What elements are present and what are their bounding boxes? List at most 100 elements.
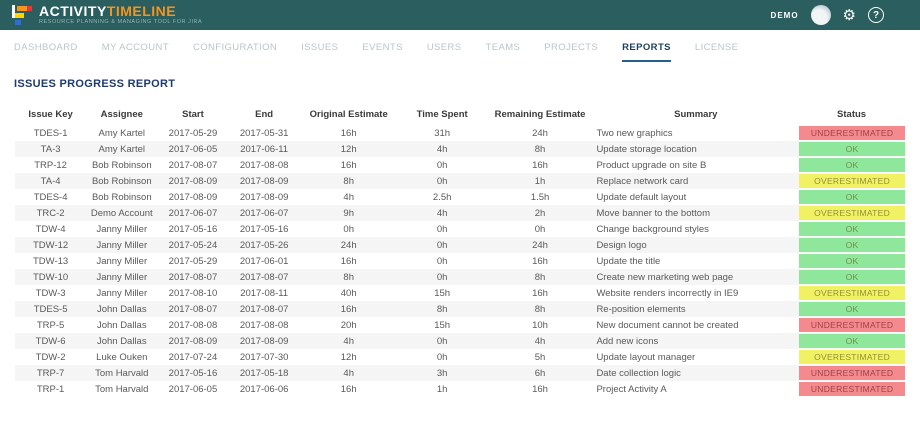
cell-end: 2017-08-08: [229, 157, 300, 173]
cell-original-estimate: 16h: [300, 125, 398, 141]
table-body: TDES-1Amy Kartel2017-05-292017-05-3116h3…: [15, 125, 905, 397]
cell-summary: Website renders incorrectly in IE9: [593, 285, 798, 301]
column-header-end: End: [229, 106, 300, 125]
cell-time-spent: 0h: [398, 349, 487, 365]
cell-status: OVERESTIMATED: [798, 285, 905, 301]
cell-status: OK: [798, 301, 905, 317]
cell-original-estimate: 16h: [300, 381, 398, 397]
cell-issue-key: TA-3: [15, 141, 86, 157]
cell-summary: Product upgrade on site B: [593, 157, 798, 173]
cell-start: 2017-08-09: [157, 189, 228, 205]
cell-status: UNDERESTIMATED: [798, 317, 905, 333]
cell-summary: Update the title: [593, 253, 798, 269]
cell-assignee: Bob Robinson: [86, 189, 157, 205]
status-badge: OK: [799, 238, 905, 252]
cell-summary: Update default layout: [593, 189, 798, 205]
cell-start: 2017-05-16: [157, 221, 228, 237]
cell-assignee: Janny Miller: [86, 237, 157, 253]
column-header-remaining-estimate: Remaining Estimate: [487, 106, 594, 125]
cell-issue-key: TDW-10: [15, 269, 86, 285]
cell-end: 2017-06-01: [229, 253, 300, 269]
cell-issue-key: TRC-2: [15, 205, 86, 221]
cell-status: OK: [798, 269, 905, 285]
cell-original-estimate: 20h: [300, 317, 398, 333]
nav-item-my-account[interactable]: MY ACCOUNT: [102, 42, 169, 62]
cell-time-spent: 4h: [398, 141, 487, 157]
cell-start: 2017-05-29: [157, 125, 228, 141]
status-badge: OK: [799, 302, 905, 316]
cell-original-estimate: 16h: [300, 157, 398, 173]
cell-issue-key: TRP-7: [15, 365, 86, 381]
table-header-row: Issue KeyAssigneeStartEndOriginal Estima…: [15, 106, 905, 125]
nav-item-teams[interactable]: TEAMS: [486, 42, 521, 62]
nav-item-dashboard[interactable]: DASHBOARD: [14, 42, 78, 62]
cell-end: 2017-05-31: [229, 125, 300, 141]
status-badge: OVERESTIMATED: [799, 350, 905, 364]
table-row: TRP-12Bob Robinson2017-08-072017-08-0816…: [15, 157, 905, 173]
cell-assignee: John Dallas: [86, 317, 157, 333]
cell-time-spent: 2.5h: [398, 189, 487, 205]
cell-issue-key: TDW-13: [15, 253, 86, 269]
nav-item-events[interactable]: EVENTS: [362, 42, 402, 62]
cell-time-spent: 8h: [398, 301, 487, 317]
main-nav: DASHBOARD MY ACCOUNT CONFIGURATION ISSUES EV…: [0, 30, 920, 62]
cell-status: UNDERESTIMATED: [798, 125, 905, 141]
nav-item-projects[interactable]: PROJECTS: [544, 42, 598, 62]
cell-remaining-estimate: 4h: [487, 333, 594, 349]
cell-status: OVERESTIMATED: [798, 349, 905, 365]
column-header-original-estimate: Original Estimate: [300, 106, 398, 125]
nav-item-license[interactable]: LICENSE: [695, 42, 738, 62]
brand-tagline: RESOURCE PLANNING & MANAGING TOOL FOR JI…: [39, 20, 202, 26]
brand-name: ACTIVITYTIMELINE: [39, 4, 202, 18]
cell-remaining-estimate: 16h: [487, 285, 594, 301]
cell-end: 2017-06-11: [229, 141, 300, 157]
brand-name-secondary: TIMELINE: [107, 3, 176, 19]
cell-original-estimate: 40h: [300, 285, 398, 301]
nav-item-configuration[interactable]: CONFIGURATION: [193, 42, 277, 62]
top-bar: ACTIVITYTIMELINE RESOURCE PLANNING & MAN…: [0, 0, 920, 30]
column-header-issue-key: Issue Key: [15, 106, 86, 125]
column-header-assignee: Assignee: [86, 106, 157, 125]
cell-end: 2017-08-09: [229, 189, 300, 205]
cell-issue-key: TDW-6: [15, 333, 86, 349]
cell-start: 2017-07-24: [157, 349, 228, 365]
nav-item-reports[interactable]: REPORTS: [622, 42, 671, 62]
nav-item-issues[interactable]: ISSUES: [301, 42, 338, 62]
cell-assignee: John Dallas: [86, 333, 157, 349]
cell-issue-key: TDES-1: [15, 125, 86, 141]
cell-original-estimate: 0h: [300, 221, 398, 237]
cell-time-spent: 15h: [398, 317, 487, 333]
cell-status: OK: [798, 141, 905, 157]
user-label[interactable]: DEMO: [771, 11, 799, 20]
cell-start: 2017-05-24: [157, 237, 228, 253]
cell-end: 2017-08-09: [229, 333, 300, 349]
brand-logo[interactable]: ACTIVITYTIMELINE RESOURCE PLANNING & MAN…: [12, 4, 202, 26]
cell-assignee: Janny Miller: [86, 269, 157, 285]
cell-status: OK: [798, 333, 905, 349]
cell-time-spent: 3h: [398, 365, 487, 381]
cell-issue-key: TRP-1: [15, 381, 86, 397]
cell-end: 2017-05-16: [229, 221, 300, 237]
table-row: TRC-2Demo Account2017-06-072017-06-079h4…: [15, 205, 905, 221]
nav-item-users[interactable]: USERS: [427, 42, 462, 62]
cell-issue-key: TDES-4: [15, 189, 86, 205]
cell-time-spent: 1h: [398, 381, 487, 397]
cell-issue-key: TDW-2: [15, 349, 86, 365]
cell-remaining-estimate: 24h: [487, 125, 594, 141]
cell-assignee: Janny Miller: [86, 253, 157, 269]
cell-assignee: Amy Kartel: [86, 141, 157, 157]
help-icon[interactable]: ?: [868, 7, 884, 23]
cell-status: OK: [798, 157, 905, 173]
cell-assignee: Tom Harvald: [86, 381, 157, 397]
cell-assignee: Bob Robinson: [86, 173, 157, 189]
cell-remaining-estimate: 8h: [487, 269, 594, 285]
user-avatar[interactable]: [811, 5, 831, 25]
table-row: TDW-6John Dallas2017-08-092017-08-094h0h…: [15, 333, 905, 349]
gear-icon[interactable]: ⚙: [843, 8, 856, 23]
cell-remaining-estimate: 2h: [487, 205, 594, 221]
cell-summary: Two new graphics: [593, 125, 798, 141]
cell-original-estimate: 8h: [300, 173, 398, 189]
cell-assignee: Janny Miller: [86, 221, 157, 237]
cell-summary: Move banner to the bottom: [593, 205, 798, 221]
status-badge: OK: [799, 142, 905, 156]
